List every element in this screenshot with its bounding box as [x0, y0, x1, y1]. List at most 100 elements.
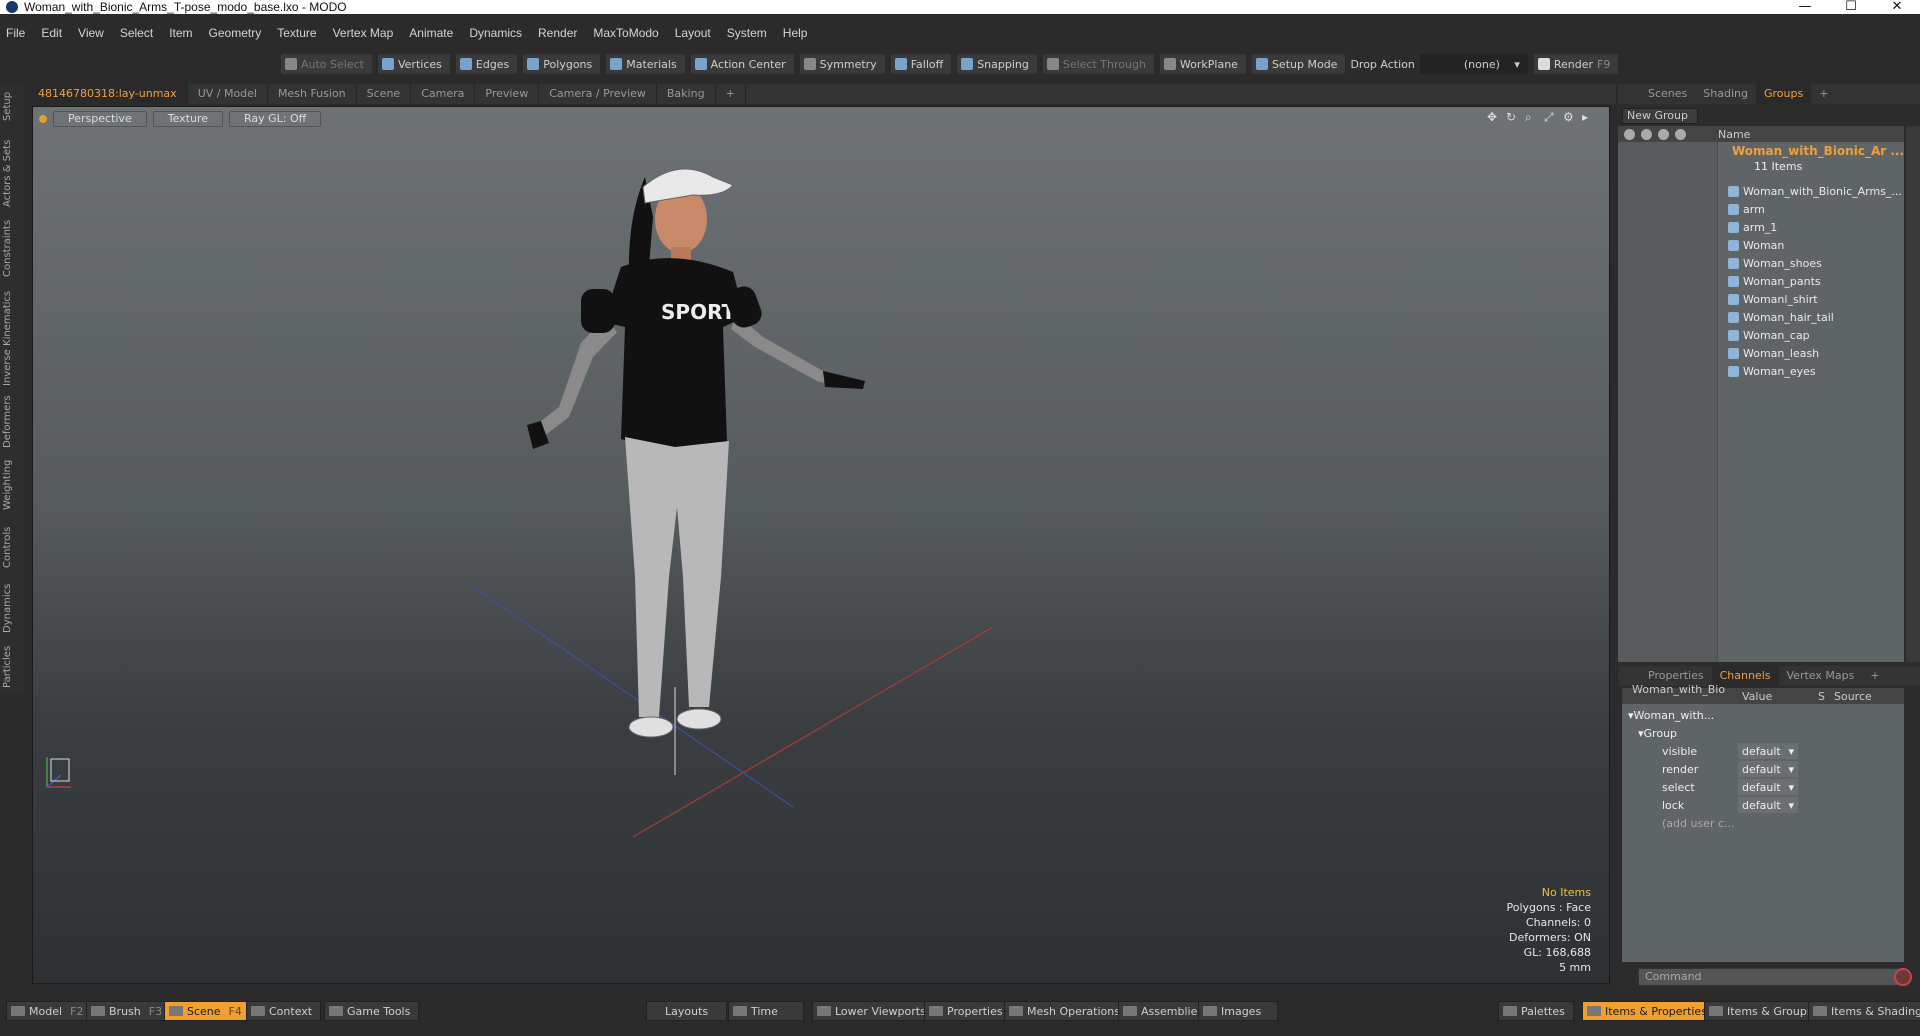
- polygons-button[interactable]: Polygons: [522, 53, 602, 75]
- time-button[interactable]: Time: [728, 1001, 804, 1021]
- tab-particles[interactable]: Particles: [2, 644, 22, 690]
- source-column-header[interactable]: Source: [1824, 690, 1872, 703]
- 3d-viewport[interactable]: Perspective Texture Ray GL: Off ✥ ↻ ⌕ ⤢ …: [32, 106, 1610, 984]
- tab-uv-model[interactable]: UV / Model: [188, 84, 268, 104]
- menu-geometry[interactable]: Geometry: [209, 26, 262, 40]
- tab-preview[interactable]: Preview: [475, 84, 540, 104]
- properties-button[interactable]: Properties: [924, 1001, 1012, 1021]
- menu-dynamics[interactable]: Dynamics: [469, 26, 522, 40]
- s-column-header[interactable]: S: [1808, 690, 1825, 703]
- tab-vertex-maps[interactable]: Vertex Maps: [1779, 666, 1863, 686]
- menu-layout[interactable]: Layout: [675, 26, 711, 40]
- group-root[interactable]: Woman_with_Bionic_Ar ...: [1728, 144, 1904, 158]
- tab-mesh-fusion[interactable]: Mesh Fusion: [268, 84, 357, 104]
- symmetry-button[interactable]: Symmetry: [798, 53, 886, 75]
- tab-inverse-kinematics[interactable]: Inverse Kinematics: [2, 290, 22, 386]
- action-center-button[interactable]: Action Center: [689, 53, 795, 75]
- menu-item[interactable]: Item: [169, 26, 192, 40]
- menu-vertex-map[interactable]: Vertex Map: [333, 26, 394, 40]
- close-icon[interactable]: ✕: [1874, 0, 1920, 14]
- images-button[interactable]: Images: [1198, 1001, 1278, 1021]
- tree-item[interactable]: Woman: [1728, 236, 1784, 254]
- tab-groups[interactable]: Groups: [1755, 84, 1812, 104]
- menu-help[interactable]: Help: [783, 26, 808, 40]
- tab-camera[interactable]: Camera: [411, 84, 476, 104]
- minimize-icon[interactable]: —: [1782, 0, 1828, 14]
- render-button[interactable]: Render F9: [1532, 53, 1620, 75]
- menu-edit[interactable]: Edit: [41, 26, 62, 40]
- eye-icon[interactable]: [1624, 128, 1635, 140]
- groups-scrollbar[interactable]: [1906, 126, 1920, 662]
- items-properties-button[interactable]: Items & Properties: [1582, 1001, 1716, 1021]
- select-value-select[interactable]: default ▾: [1738, 779, 1798, 795]
- tab-baking[interactable]: Baking: [657, 84, 716, 104]
- add-panel-tab-button[interactable]: +: [1811, 84, 1836, 104]
- drop-action-select[interactable]: (none) ▾: [1418, 53, 1529, 75]
- channel-group[interactable]: ▾ Group: [1638, 724, 1677, 742]
- tree-item[interactable]: Woman_eyes: [1728, 362, 1816, 380]
- items-groups-button[interactable]: Items & Groups: [1704, 1001, 1822, 1021]
- falloff-button[interactable]: Falloff: [889, 53, 953, 75]
- auto-select-button[interactable]: Auto Select: [280, 53, 373, 75]
- layouts-button[interactable]: Layouts: [646, 1001, 728, 1021]
- maximize-icon[interactable]: ☐: [1828, 0, 1874, 14]
- select-toggle-icon[interactable]: [1675, 128, 1686, 140]
- tab-actors-sets[interactable]: Actors & Sets: [2, 138, 22, 208]
- scene-layout-button[interactable]: Scene F4: [164, 1001, 251, 1021]
- tab-shading[interactable]: Shading: [1695, 84, 1756, 104]
- workplane-button[interactable]: WorkPlane: [1158, 53, 1247, 75]
- tab-lay-unmax[interactable]: 48146780318:lay-unmax: [28, 84, 188, 104]
- add-user-channel[interactable]: (add user c...: [1662, 814, 1735, 832]
- tab-setup[interactable]: Setup: [2, 88, 22, 124]
- render-value-select[interactable]: default ▾: [1738, 761, 1798, 777]
- menu-texture[interactable]: Texture: [277, 26, 316, 40]
- tree-item[interactable]: arm_1: [1728, 218, 1777, 236]
- render-toggle-icon[interactable]: [1641, 128, 1652, 140]
- record-icon[interactable]: [1894, 968, 1912, 986]
- lock-icon[interactable]: [1658, 128, 1669, 140]
- tree-item[interactable]: Woman_hair_tail: [1728, 308, 1834, 326]
- tree-item[interactable]: Woman_cap: [1728, 326, 1810, 344]
- tab-dynamics[interactable]: Dynamics: [2, 582, 22, 634]
- name-column-header[interactable]: Name: [1718, 128, 1750, 141]
- edges-button[interactable]: Edges: [454, 53, 519, 75]
- menu-system[interactable]: System: [727, 26, 767, 40]
- tree-item[interactable]: Womanl_shirt: [1728, 290, 1818, 308]
- tree-item[interactable]: Woman_pants: [1728, 272, 1821, 290]
- visible-value-select[interactable]: default ▾: [1738, 743, 1798, 759]
- command-input[interactable]: Command: [1638, 968, 1908, 986]
- setup-mode-button[interactable]: Setup Mode: [1250, 53, 1347, 75]
- brush-layout-button[interactable]: Brush F3: [86, 1001, 172, 1021]
- palettes-button[interactable]: Palettes: [1498, 1001, 1574, 1021]
- mesh-operations-button[interactable]: Mesh Operations: [1004, 1001, 1129, 1021]
- new-group-button[interactable]: New Group: [1622, 108, 1698, 124]
- context-layout-button[interactable]: Context: [246, 1001, 322, 1021]
- tree-item[interactable]: Woman_leash: [1728, 344, 1819, 362]
- tab-constraints[interactable]: Constraints: [2, 218, 22, 278]
- tree-item[interactable]: Woman_with_Bionic_Arms_...: [1728, 182, 1902, 200]
- materials-button[interactable]: Materials: [605, 53, 686, 75]
- menu-file[interactable]: File: [6, 26, 25, 40]
- channel-root[interactable]: ▾ Woman_with...: [1628, 706, 1714, 724]
- value-column-header[interactable]: Value: [1732, 690, 1808, 703]
- tab-scene[interactable]: Scene: [357, 84, 412, 104]
- model-layout-button[interactable]: Model F2: [6, 1001, 93, 1021]
- add-channel-tab-button[interactable]: +: [1862, 666, 1887, 686]
- menu-animate[interactable]: Animate: [409, 26, 453, 40]
- menu-maxtomodo[interactable]: MaxToModo: [593, 26, 658, 40]
- tab-controls[interactable]: Controls: [2, 524, 22, 570]
- items-shading-button[interactable]: Items & Shading: [1808, 1001, 1920, 1021]
- tree-item[interactable]: arm: [1728, 200, 1765, 218]
- tab-weighting[interactable]: Weighting: [2, 458, 22, 512]
- game-tools-layout-button[interactable]: Game Tools: [324, 1001, 420, 1021]
- tab-deformers[interactable]: Deformers: [2, 395, 22, 448]
- menu-select[interactable]: Select: [120, 26, 153, 40]
- add-tab-button[interactable]: +: [716, 84, 746, 104]
- lock-value-select[interactable]: default ▾: [1738, 797, 1798, 813]
- menu-render[interactable]: Render: [538, 26, 577, 40]
- tab-scenes[interactable]: Scenes: [1640, 84, 1695, 104]
- lower-viewports-button[interactable]: Lower Viewports: [812, 1001, 935, 1021]
- vertices-button[interactable]: Vertices: [376, 53, 451, 75]
- menu-view[interactable]: View: [78, 26, 104, 40]
- tree-item[interactable]: Woman_shoes: [1728, 254, 1822, 272]
